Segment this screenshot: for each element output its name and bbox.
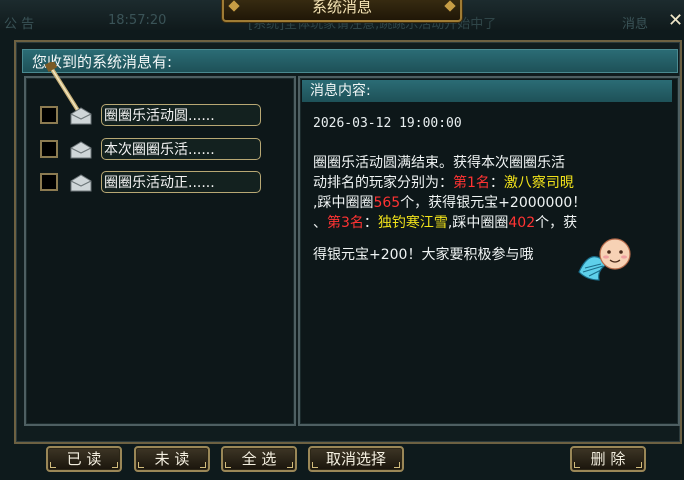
body-text: ： <box>363 215 378 231</box>
background-label-time: 18:57:20 <box>108 13 167 28</box>
select-all-button[interactable]: 全 选 <box>221 446 297 472</box>
list-header: 您收到的系统消息有: <box>22 49 678 73</box>
body-text: 、 <box>313 215 327 231</box>
deselect-button[interactable]: 取消选择 <box>308 446 404 472</box>
body-line: 、第3名：独钓寒江雪,踩中圈圈402个，获 <box>313 213 649 233</box>
background-label-announce: 公 告 <box>4 17 35 32</box>
message-title[interactable]: 圈圈乐活动圆...... <box>101 104 261 126</box>
message-title[interactable]: 本次圈圈乐活...... <box>101 138 261 160</box>
body-text: 圈圈乐活动圆满结束。获得本次圈圈乐活 <box>313 155 565 171</box>
message-title[interactable]: 圈圈乐活动正...... <box>101 171 261 193</box>
body-text: ： <box>489 175 504 191</box>
envelope-icon <box>70 107 92 125</box>
body-text: 动排名的玩家分别为： <box>313 175 453 191</box>
window-title: 系统消息 <box>222 0 462 22</box>
count-value: 565 <box>373 195 401 211</box>
close-icon[interactable]: ✕ <box>667 11 684 30</box>
rank-label: 第3名 <box>327 215 364 231</box>
count-value: 402 <box>508 215 536 231</box>
body-line: 圈圈乐活动圆满结束。获得本次圈圈乐活 <box>313 153 649 173</box>
mark-unread-button[interactable]: 未 读 <box>134 446 210 472</box>
mark-read-button[interactable]: 已 读 <box>46 446 122 472</box>
body-line: ,踩中圈圈565个，获得银元宝+2000000！ <box>313 193 649 213</box>
body-text: 得银元宝+200！大家要积极参与哦 <box>313 247 534 263</box>
delete-button[interactable]: 删 除 <box>570 446 646 472</box>
message-checkbox[interactable] <box>40 106 58 124</box>
content-header: 消息内容: <box>302 80 672 102</box>
message-list-panel <box>24 76 296 426</box>
fan-emoji-icon <box>578 238 631 281</box>
message-timestamp: 2026-03-12 19:00:00 <box>313 116 462 131</box>
rank-label: 第1名 <box>453 175 490 191</box>
envelope-icon <box>70 174 92 192</box>
message-checkbox[interactable] <box>40 140 58 158</box>
message-checkbox[interactable] <box>40 173 58 191</box>
player-name: 激八察司晛 <box>503 175 574 191</box>
background-label-message: 消息 <box>622 17 649 32</box>
envelope-icon <box>70 141 92 159</box>
player-name: 独钓寒江雪 <box>377 215 448 231</box>
body-text: ,踩中圈圈 <box>313 195 374 211</box>
body-line: 动排名的玩家分别为：第1名：激八察司晛 <box>313 173 649 193</box>
body-text: ,踩中圈圈 <box>447 215 509 231</box>
body-text: 个，获得银元宝+2000000！ <box>400 195 587 211</box>
body-text: 个，获 <box>535 215 578 231</box>
